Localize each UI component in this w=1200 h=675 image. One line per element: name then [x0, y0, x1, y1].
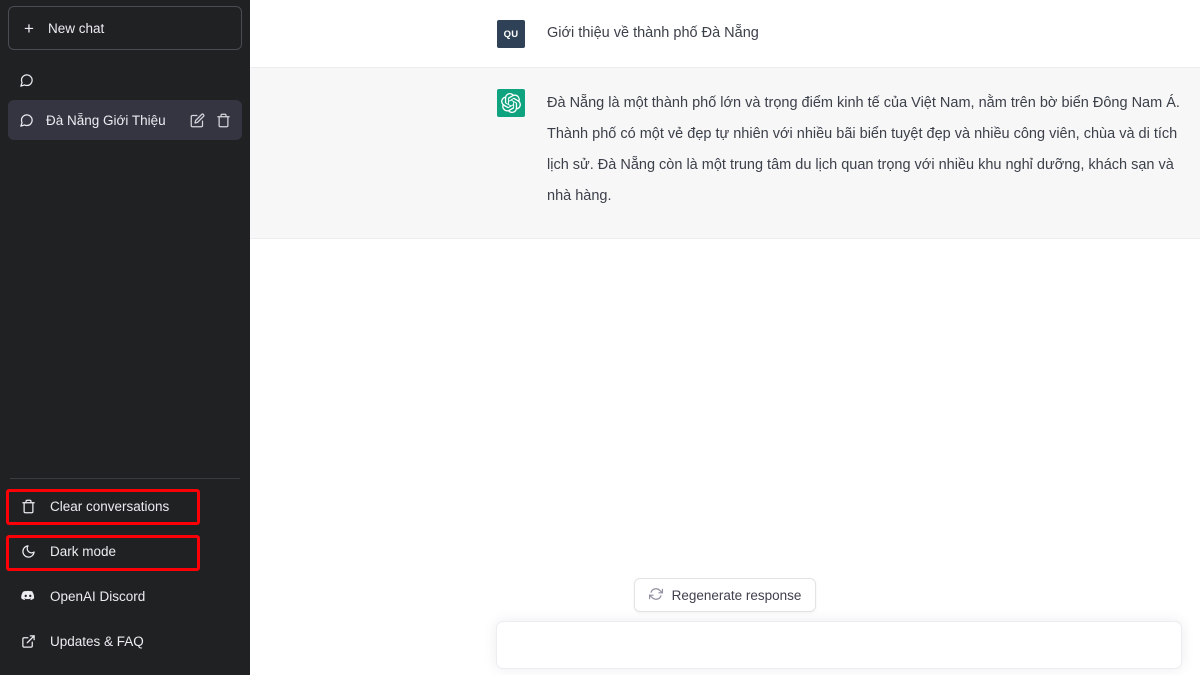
refresh-icon [648, 587, 663, 604]
message-inner: Đà Nẵng là một thành phố lớn và trọng đi… [497, 68, 1200, 238]
sidebar-item-label: OpenAI Discord [50, 588, 146, 604]
user-message-text: Giới thiệu về thành phố Đà Nẵng [547, 25, 759, 41]
moon-icon [20, 544, 36, 559]
chat-list-item-empty[interactable] [8, 60, 242, 100]
regenerate-response-wrap: Regenerate response [250, 578, 1200, 612]
message-row-assistant: Đà Nẵng là một thành phố lớn và trọng đi… [250, 67, 1200, 239]
sidebar-item-label: Updates & FAQ [50, 633, 144, 649]
delete-icon[interactable] [216, 113, 231, 128]
edit-icon[interactable] [190, 113, 205, 128]
message-icon [19, 73, 34, 88]
sidebar-item-label: Dark mode [50, 543, 117, 559]
regenerate-response-button[interactable]: Regenerate response [633, 578, 817, 612]
sidebar-item-updates-faq[interactable]: Updates & FAQ [8, 624, 242, 658]
sidebar-item-label: Clear conversations [50, 498, 170, 514]
sidebar-item-openai-discord[interactable]: OpenAI Discord [8, 579, 242, 613]
plus-icon: + [24, 18, 34, 38]
assistant-message-text: Đà Nẵng là một thành phố lớn và trọng đi… [547, 95, 1180, 204]
chat-list-item-label: Đà Nẵng Giới Thiệu [46, 112, 166, 128]
openai-logo-icon [497, 89, 525, 117]
trash-icon [20, 499, 36, 514]
sidebar-footer: Clear conversations Dark mode OpenAI Dis… [8, 478, 242, 675]
message-input[interactable] [497, 622, 1181, 668]
chat-row-actions [190, 113, 231, 128]
sidebar-item-dark-mode[interactable]: Dark mode [8, 534, 242, 568]
footer-divider [10, 478, 240, 479]
chat-list-item-da-nang[interactable]: Đà Nẵng Giới Thiệu [8, 100, 242, 140]
sidebar: + New chat Đà Nẵng Giới Thiệu Clear conv… [0, 0, 250, 675]
sidebar-item-clear-conversations[interactable]: Clear conversations [8, 489, 242, 523]
chat-history-list: Đà Nẵng Giới Thiệu [8, 60, 242, 140]
new-chat-button[interactable]: + New chat [8, 6, 242, 50]
new-chat-label: New chat [48, 20, 105, 36]
message-row-user: QU Giới thiệu về thành phố Đà Nẵng [250, 0, 1200, 67]
composer[interactable] [496, 621, 1182, 669]
message-inner: QU Giới thiệu về thành phố Đà Nẵng [497, 0, 1200, 67]
chatgpt-app-window: + New chat Đà Nẵng Giới Thiệu Clear conv… [0, 0, 1200, 675]
regenerate-response-label: Regenerate response [671, 587, 802, 603]
avatar: QU [497, 20, 525, 48]
discord-icon [20, 588, 36, 604]
external-link-icon [20, 634, 36, 649]
chat-main-panel: QU Giới thiệu về thành phố Đà Nẵng Đà Nẵ… [250, 0, 1200, 675]
message-icon [19, 113, 34, 128]
